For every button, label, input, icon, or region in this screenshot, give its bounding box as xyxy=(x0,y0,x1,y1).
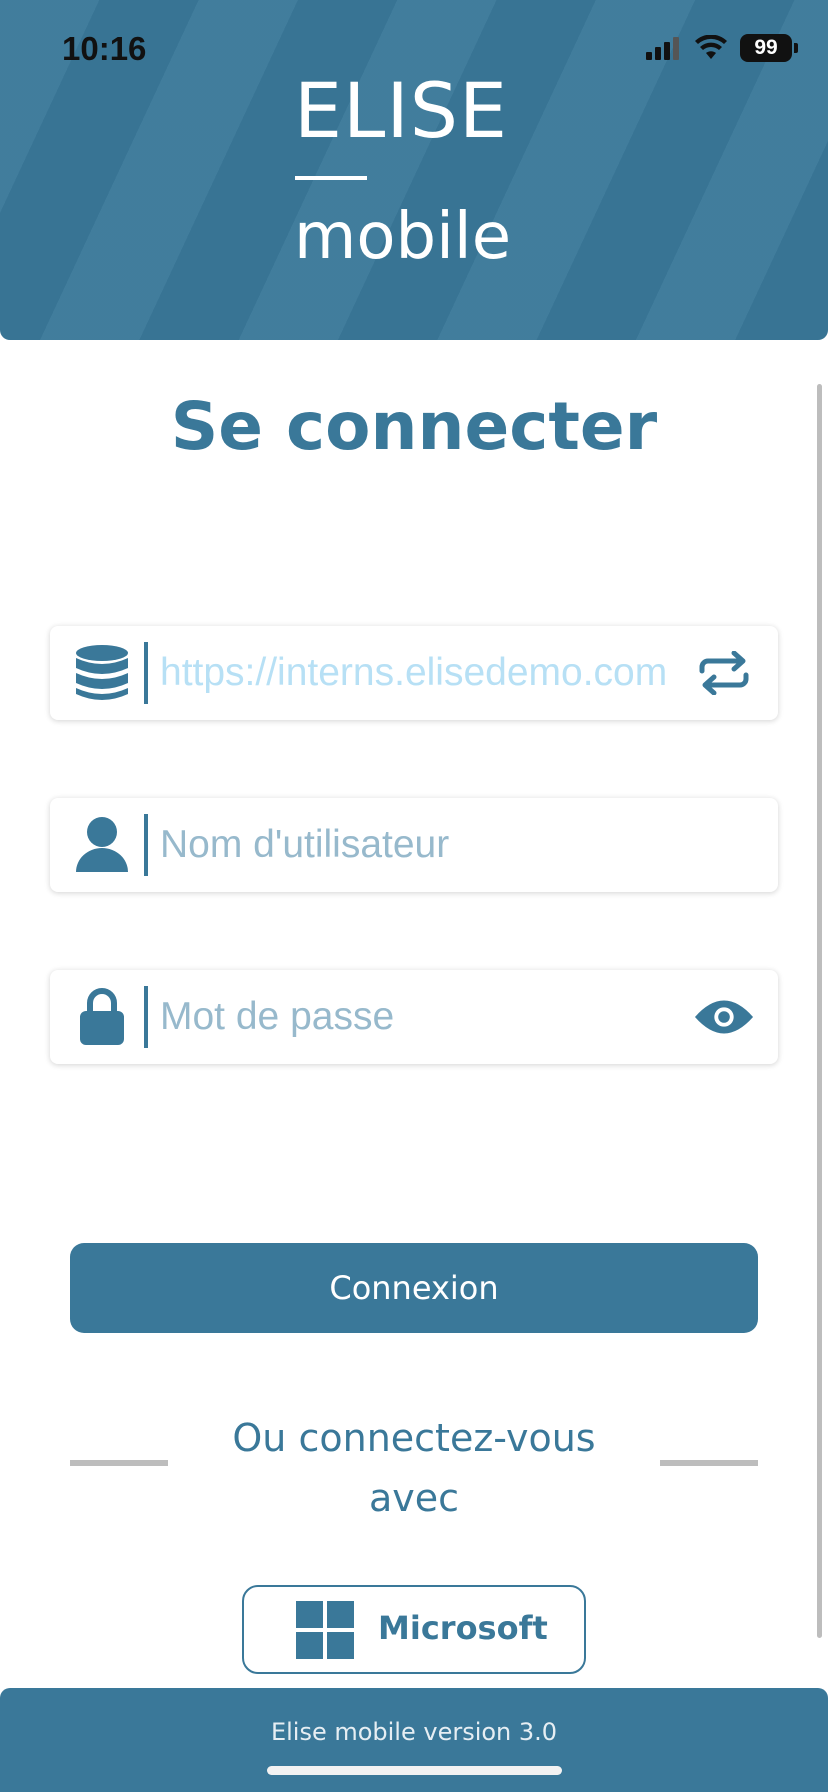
eye-icon[interactable] xyxy=(694,990,754,1044)
app-footer: Elise mobile version 3.0 xyxy=(0,1688,828,1792)
home-indicator[interactable] xyxy=(267,1766,562,1775)
status-icons: 99 xyxy=(646,34,798,62)
lock-icon xyxy=(74,988,130,1046)
password-field xyxy=(50,970,778,1064)
divider-right xyxy=(660,1460,758,1466)
microsoft-button-label: Microsoft xyxy=(378,1609,548,1647)
username-field xyxy=(50,798,778,892)
logo-divider xyxy=(295,176,367,180)
wifi-icon xyxy=(695,35,727,59)
database-icon xyxy=(74,644,130,702)
microsoft-logo-icon xyxy=(296,1601,354,1659)
app-name: ELISE xyxy=(294,66,509,155)
microsoft-login-button[interactable]: Microsoft xyxy=(242,1585,586,1674)
switch-server-icon[interactable] xyxy=(694,646,754,700)
password-input[interactable] xyxy=(160,988,720,1046)
login-button[interactable]: Connexion xyxy=(70,1243,758,1333)
battery-icon: 99 xyxy=(740,34,798,62)
user-icon xyxy=(74,816,130,874)
alt-login-text: Ou connectez-vous avec xyxy=(232,1416,596,1520)
username-input[interactable] xyxy=(160,816,720,874)
cellular-signal-icon xyxy=(646,37,679,60)
version-text: Elise mobile version 3.0 xyxy=(270,1718,558,1746)
app-subtitle: mobile xyxy=(294,200,512,274)
battery-level: 99 xyxy=(754,36,778,59)
status-time: 10:16 xyxy=(62,30,147,67)
scrollbar[interactable] xyxy=(817,384,822,1638)
app-header: 10:16 99 ELISE mobile xyxy=(0,0,828,340)
page-title: Se connecter xyxy=(170,388,658,465)
divider-left xyxy=(70,1460,168,1466)
field-divider xyxy=(144,986,148,1048)
server-url-input[interactable] xyxy=(160,644,720,702)
field-divider xyxy=(144,642,148,704)
field-divider xyxy=(144,814,148,876)
server-field xyxy=(50,626,778,720)
